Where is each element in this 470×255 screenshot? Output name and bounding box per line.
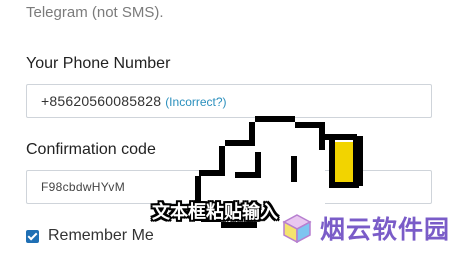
phone-number-label: Your Phone Number: [26, 55, 171, 72]
watermark-text: 烟云软件园: [320, 215, 451, 244]
watermark: 烟云软件园: [282, 210, 450, 246]
caption-overlay-text: 文本框粘贴输入: [152, 202, 278, 223]
phone-number-field[interactable]: +85620560085828 (Incorrect?): [26, 84, 432, 118]
confirmation-code-value: F98cbdwHYvM: [41, 180, 125, 194]
remember-me-label: Remember Me: [48, 227, 154, 244]
phone-number-text: +85620560085828: [41, 93, 162, 109]
confirmation-code-label: Confirmation code: [26, 141, 156, 158]
incorrect-number-link[interactable]: (Incorrect?): [165, 95, 226, 109]
cube-logo-icon: [282, 214, 312, 243]
remember-me-checkbox[interactable]: [26, 229, 39, 243]
phone-number-value: +85620560085828 (Incorrect?): [41, 93, 227, 109]
remember-me-row[interactable]: Remember Me: [26, 227, 154, 245]
intro-text: Telegram (not SMS).: [26, 4, 164, 21]
